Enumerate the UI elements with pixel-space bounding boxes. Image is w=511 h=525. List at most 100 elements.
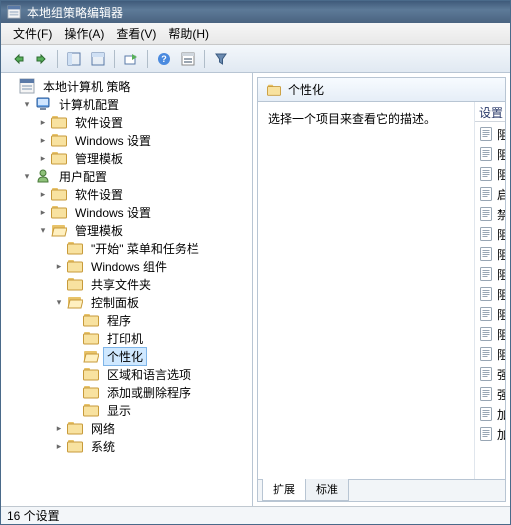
tree-root[interactable]: 本地计算机 策略 [3,77,252,95]
tree-pane[interactable]: 本地计算机 策略 ▾ 计算机配置 ▸软件设置 ▸Windows 设置 ▸ 管理模板 [1,73,253,506]
title-bar: 本地组策略编辑器 [1,1,510,23]
menu-help[interactable]: 帮助(H) [162,23,215,44]
policy-item[interactable]: 阻 [475,264,505,284]
tree-system[interactable]: ▸ 系统 [51,437,252,455]
folder-open-icon [83,348,99,364]
collapse-icon[interactable]: ▾ [37,224,49,236]
folder-icon [83,402,99,418]
expand-icon[interactable]: ▸ [53,260,65,272]
pane-left-button[interactable] [63,48,85,70]
folder-icon [67,240,83,256]
tree-computer-config[interactable]: ▾ 计算机配置 [19,95,252,113]
tree-wincomponents[interactable]: ▸Windows 组件 [51,257,252,275]
menu-action[interactable]: 操作(A) [58,23,110,44]
forward-button[interactable] [30,48,52,70]
tree-label: 用户配置 [55,167,111,186]
policy-label: 启 [497,186,505,203]
policy-label: 阻 [497,246,505,263]
tree-user-templates[interactable]: ▾ 管理模板 [35,221,252,239]
policy-item[interactable]: 阻 [475,284,505,304]
tree-computer-templates[interactable]: ▸ 管理模板 [35,149,252,167]
policy-icon [479,347,493,361]
tree-startmenu[interactable]: "开始" 菜单和任务栏 [51,239,252,257]
expand-icon[interactable]: ▸ [37,116,49,128]
folder-icon [67,258,83,274]
tree-network[interactable]: ▸网络 [51,419,252,437]
policy-item[interactable]: 强 [475,364,505,384]
settings-header[interactable]: 设置 [475,102,505,122]
tree-label: 管理模板 [71,149,127,168]
tree-label: 共享文件夹 [87,275,155,294]
gpo-icon [19,78,35,94]
tree-user-software[interactable]: ▸软件设置 [35,185,252,203]
policy-item[interactable]: 禁 [475,204,505,224]
policy-icon [479,127,493,141]
collapse-icon[interactable]: ▾ [21,98,33,110]
folder-icon [51,186,67,202]
tree-control-panel[interactable]: ▾ 控制面板 [51,293,252,311]
tree-addremove[interactable]: 添加或删除程序 [67,383,252,401]
tab-extended[interactable]: 扩展 [262,479,306,501]
tree-label: 管理模板 [71,221,127,240]
tree-label: 个性化 [103,347,147,366]
status-bar: 16 个设置 [1,506,510,524]
details-pane: 个性化 选择一个项目来查看它的描述。 设置 阻阻阻启禁阻阻阻阻阻阻阻强强加加 扩… [257,77,506,502]
policy-item[interactable]: 阻 [475,124,505,144]
policy-icon [479,367,493,381]
policy-item[interactable]: 阻 [475,344,505,364]
menu-view[interactable]: 查看(V) [110,23,162,44]
policy-list[interactable]: 阻阻阻启禁阻阻阻阻阻阻阻强强加加 [475,122,505,444]
tree-user-windows[interactable]: ▸Windows 设置 [35,203,252,221]
expand-icon[interactable]: ▸ [37,134,49,146]
tree-computer-software[interactable]: ▸软件设置 [35,113,252,131]
tree-personalization[interactable]: 个性化 [67,347,252,365]
tree-display[interactable]: 显示 [67,401,252,419]
help-button[interactable] [153,48,175,70]
policy-item[interactable]: 强 [475,384,505,404]
filter-button[interactable] [210,48,232,70]
policy-item[interactable]: 阻 [475,324,505,344]
folder-icon [67,420,83,436]
collapse-icon[interactable]: ▾ [21,170,33,182]
expand-icon[interactable]: ▸ [53,422,65,434]
back-button[interactable] [6,48,28,70]
tree-user-config[interactable]: ▾ 用户配置 [19,167,252,185]
collapse-icon[interactable]: ▾ [53,296,65,308]
policy-item[interactable]: 启 [475,184,505,204]
expand-icon[interactable]: ▸ [37,152,49,164]
policy-icon [479,207,493,221]
tree-shared-folders[interactable]: 共享文件夹 [51,275,252,293]
forward-icon [34,52,48,66]
policy-item[interactable]: 加 [475,424,505,444]
export-icon [124,52,138,66]
tree-label: 系统 [87,437,119,456]
pane-top-button[interactable] [87,48,109,70]
policy-item[interactable]: 阻 [475,304,505,324]
menu-file[interactable]: 文件(F) [7,23,58,44]
tree-regional[interactable]: 区域和语言选项 [67,365,252,383]
policy-label: 阻 [497,166,505,183]
expand-icon[interactable]: ▸ [37,188,49,200]
policy-item[interactable]: 阻 [475,144,505,164]
policy-icon [479,267,493,281]
folder-open-icon [51,222,67,238]
help-icon [157,52,171,66]
policy-icon [479,147,493,161]
policy-item[interactable]: 阻 [475,244,505,264]
policy-icon [479,407,493,421]
export-button[interactable] [120,48,142,70]
policy-item[interactable]: 加 [475,404,505,424]
tab-standard[interactable]: 标准 [305,479,349,501]
expand-icon[interactable]: ▸ [53,440,65,452]
tree-programs[interactable]: 程序 [67,311,252,329]
expand-icon[interactable]: ▸ [37,206,49,218]
policy-item[interactable]: 阻 [475,224,505,244]
pane-left-icon [67,52,81,66]
computer-icon [35,96,51,112]
policy-item[interactable]: 阻 [475,164,505,184]
app-icon [7,5,21,19]
policy-icon [479,287,493,301]
properties-button[interactable] [177,48,199,70]
tree-printers[interactable]: 打印机 [67,329,252,347]
tree-computer-windows[interactable]: ▸Windows 设置 [35,131,252,149]
